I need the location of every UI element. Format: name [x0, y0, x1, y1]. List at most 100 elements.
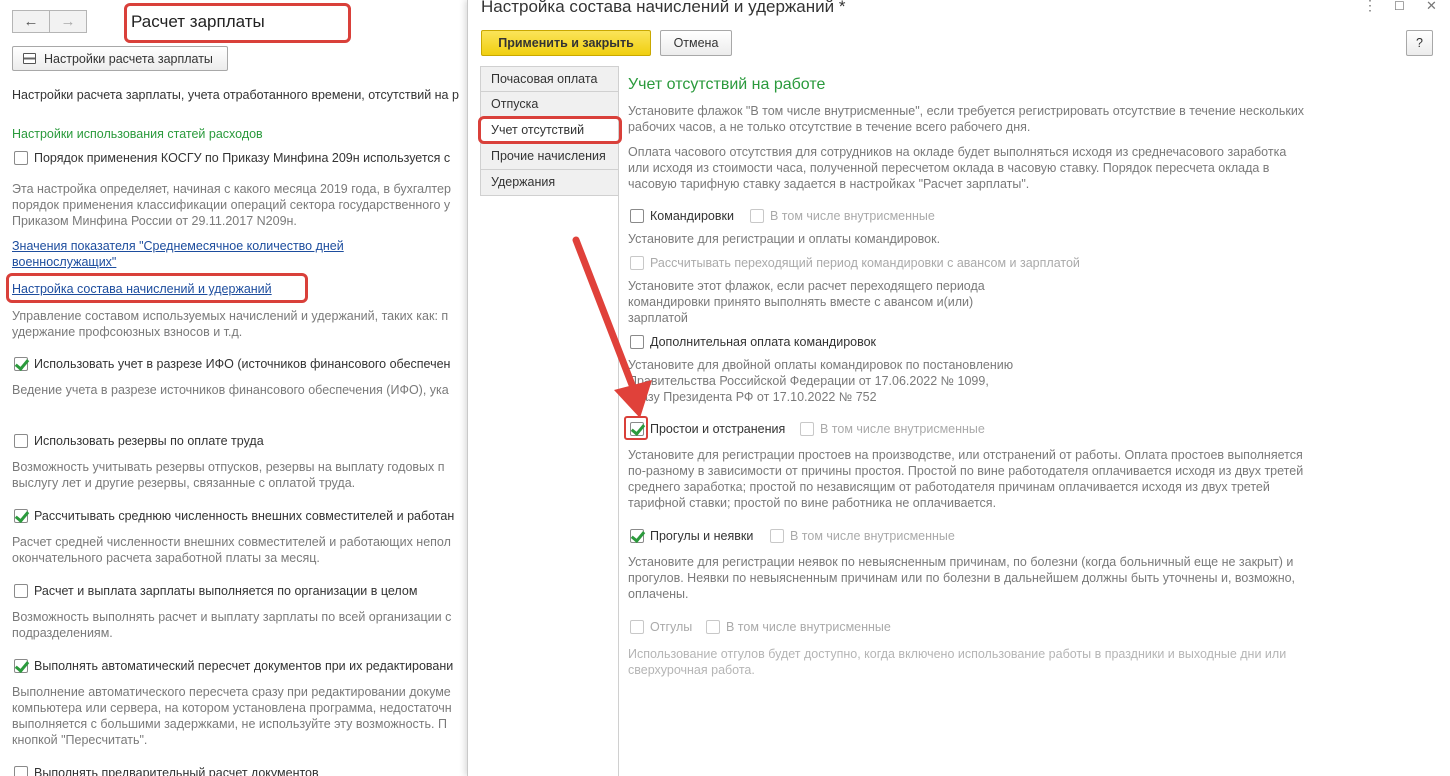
trips-intra-checkbox[interactable] — [750, 209, 764, 223]
kosgu-checkbox[interactable] — [14, 151, 28, 165]
kosgu-label: Порядок применения КОСГУ по Приказу Минф… — [34, 151, 451, 165]
trips-desc: Установите для регистрации и оплаты кома… — [628, 232, 941, 246]
auto-desc-2: компьютера или сервера, на котором устан… — [12, 701, 452, 715]
ifo-checkbox[interactable] — [14, 357, 28, 371]
auto-desc-3: выполняется с большими задержками, не ис… — [12, 717, 447, 731]
ifo-desc: Ведение учета в разрезе источников финан… — [12, 383, 449, 397]
rollover-desc-1: Установите этот флажок, если расчет пере… — [628, 279, 985, 293]
p2-line-3: часовую тарифную ставку задается в настр… — [628, 177, 1030, 191]
trips-checkbox[interactable] — [630, 209, 644, 223]
absence-label: Прогулы и неявки — [650, 529, 754, 543]
tab-vacation[interactable]: Отпуска — [480, 92, 619, 118]
intro-text: Настройки расчета зарплаты, учета отрабо… — [12, 88, 459, 102]
org-desc-1: Возможность выполнять расчет и выплату з… — [12, 610, 452, 624]
salary-settings-form: ← → Расчет зарплаты Настройки расчета за… — [0, 0, 468, 776]
extra-desc-1: Установите для двойной оплаты командиров… — [628, 358, 1014, 372]
reserve-label: Использовать резервы по оплате труда — [34, 434, 264, 448]
rollover-label: Рассчитывать переходящий период командир… — [650, 256, 1080, 270]
avg-days-link-1[interactable]: Значения показателя "Среднемесячное коли… — [12, 238, 344, 254]
absence-desc-2: прогулов. Неявки по невыясненным причина… — [628, 571, 1296, 585]
salary-settings-button[interactable]: Настройки расчета зарплаты — [12, 46, 228, 71]
timeoff-desc-1: Использование отгулов будет доступно, ко… — [628, 647, 1287, 661]
extra-pay-checkbox[interactable] — [630, 335, 644, 349]
kosgu-desc-2: порядок применения классификации операци… — [12, 198, 451, 212]
auto-recalc-label: Выполнять автоматический пересчет докуме… — [34, 659, 454, 673]
avg-desc-1: Расчет средней численности внешних совме… — [12, 535, 451, 549]
absence-desc-3: оплачены. — [628, 587, 689, 601]
p1-line-2: рабочих часов, а не только отсутствие в … — [628, 120, 1031, 134]
absence-checkbox[interactable] — [630, 529, 644, 543]
reserve-desc-1: Возможность учитывать резервы отпусков, … — [12, 460, 445, 474]
absence-intra-checkbox[interactable] — [770, 529, 784, 543]
salary-settings-label: Настройки расчета зарплаты — [44, 51, 213, 66]
highlight-tab — [478, 116, 622, 144]
rollover-desc-2: командировки принято выполнять вместе с … — [628, 295, 974, 309]
highlight-idle-checkbox — [624, 416, 648, 440]
help-button[interactable]: ? — [1406, 30, 1433, 56]
timeoff-checkbox[interactable] — [630, 620, 644, 634]
section-title: Настройки использования статей расходов — [12, 127, 263, 141]
idle-intra-checkbox[interactable] — [800, 422, 814, 436]
kosgu-desc-1: Эта настройка определяет, начиная с како… — [12, 182, 451, 196]
timeoff-intra-checkbox[interactable] — [706, 620, 720, 634]
org-checkbox[interactable] — [14, 584, 28, 598]
trips-label: Командировки — [650, 209, 734, 223]
timeoff-desc-2: сверхурочная работа. — [628, 663, 755, 677]
link2-desc-1: Управление составом используемых начисле… — [12, 309, 449, 323]
auto-desc-4: кнопкой "Пересчитать". — [12, 733, 148, 747]
rollover-checkbox[interactable] — [630, 256, 644, 270]
extra-desc-2: Правительства Российской Федерации от 17… — [628, 374, 989, 388]
highlight-title — [124, 3, 351, 43]
p2-line-2: или исходя из стоимости часа, полученной… — [628, 161, 1270, 175]
pre-calc-checkbox[interactable] — [14, 766, 28, 776]
close-icon[interactable]: ✕ — [1426, 0, 1437, 14]
tabs-divider — [618, 66, 619, 776]
extra-pay-label: Дополнительная оплата командировок — [650, 335, 877, 349]
ifo-label: Использовать учет в разрезе ИФО (источни… — [34, 357, 451, 371]
org-label: Расчет и выплата зарплаты выполняется по… — [34, 584, 418, 598]
idle-desc-3: среднего заработка; простой по независящ… — [628, 480, 1270, 494]
arrow-right-icon: → — [60, 13, 76, 30]
avg-desc-2: окончательного расчета заработной платы … — [12, 551, 320, 565]
arrow-left-icon: ← — [23, 13, 39, 30]
link2-desc-2: удержание профсоюзных взносов и т.д. — [12, 325, 243, 339]
apply-close-button[interactable]: Применить и закрыть — [481, 30, 651, 56]
trips-intra-label: В том числе внутрисменные — [770, 209, 935, 223]
cancel-button[interactable]: Отмена — [660, 30, 732, 56]
maximize-icon[interactable]: ☐ — [1394, 0, 1405, 13]
idle-label: Простои и отстранения — [650, 422, 786, 436]
tab-deductions[interactable]: Удержания — [480, 170, 619, 196]
forward-button[interactable]: → — [49, 10, 87, 33]
idle-intra-label: В том числе внутрисменные — [820, 422, 985, 436]
auto-desc-1: Выполнение автоматического пересчета сра… — [12, 685, 451, 699]
extra-desc-3: Указу Президента РФ от 17.10.2022 № 752 — [628, 390, 877, 404]
p2-line-1: Оплата часового отсутствия для сотрудник… — [628, 145, 1287, 159]
dialog-title: Настройка состава начислений и удержаний… — [481, 0, 846, 16]
idle-desc-4: тарифной ставки; простой по вине работни… — [628, 496, 997, 510]
tab-other-accruals[interactable]: Прочие начисления — [480, 144, 619, 170]
accruals-dialog: Настройка состава начислений и удержаний… — [467, 0, 1450, 776]
timeoff-intra-label: В том числе внутрисменные — [726, 620, 891, 634]
absence-desc-1: Установите для регистрации неявок по нев… — [628, 555, 1294, 569]
org-desc-2: подразделениям. — [12, 626, 113, 640]
printer-icon — [23, 53, 36, 64]
auto-recalc-checkbox[interactable] — [14, 659, 28, 673]
avg-headcount-label: Рассчитывать среднюю численность внешних… — [34, 509, 455, 523]
tab-hourly[interactable]: Почасовая оплата — [480, 66, 619, 92]
idle-desc-2: по-разному в зависимости от причины прос… — [628, 464, 1304, 478]
avg-days-link-2[interactable]: военнослужащих" — [12, 254, 116, 270]
rollover-desc-3: зарплатой — [628, 311, 688, 325]
absence-intra-label: В том числе внутрисменные — [790, 529, 955, 543]
idle-desc-1: Установите для регистрации простоев на п… — [628, 448, 1303, 462]
section-title: Учет отсутствий на работе — [628, 76, 826, 93]
highlight-link — [6, 273, 308, 303]
back-button[interactable]: ← — [12, 10, 50, 33]
p1-line-1: Установите флажок "В том числе внутрисме… — [628, 104, 1305, 118]
reserve-checkbox[interactable] — [14, 434, 28, 448]
reserve-desc-2: выслугу лет и другие резервы, связанные … — [12, 476, 356, 490]
pre-calc-label: Выполнять предварительный расчет докумен… — [34, 766, 319, 776]
kosgu-desc-3: Приказом Минфина России от 29.11.2017 N2… — [12, 214, 297, 228]
more-icon[interactable]: ⋮ — [1363, 0, 1377, 14]
timeoff-label: Отгулы — [650, 620, 693, 634]
avg-headcount-checkbox[interactable] — [14, 509, 28, 523]
